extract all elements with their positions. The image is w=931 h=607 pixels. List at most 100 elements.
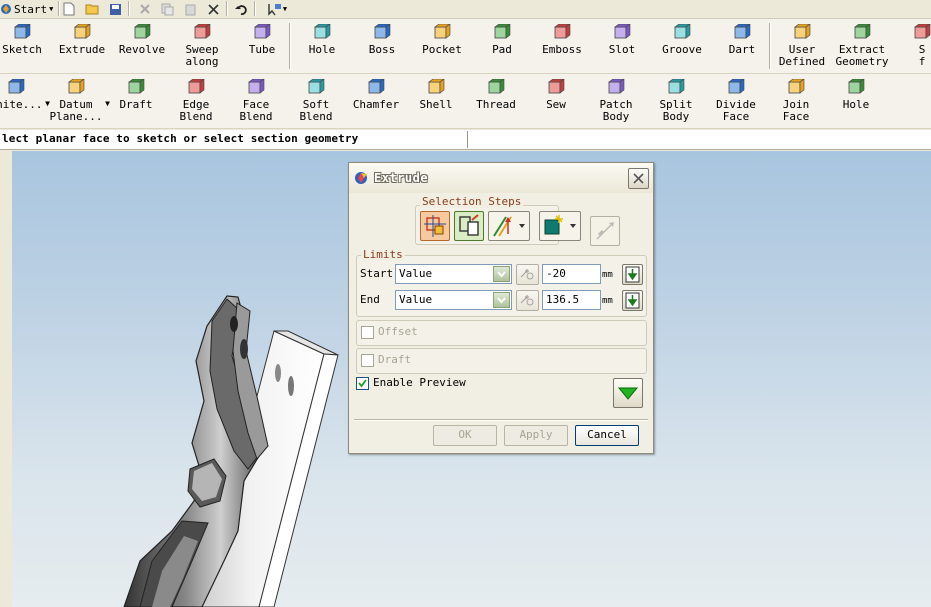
soft-blend-tool-button[interactable]: Soft Blend	[286, 77, 346, 127]
delete-icon[interactable]	[205, 1, 221, 17]
split-body-tool-button[interactable]: Split Body	[646, 77, 706, 127]
start-menu-button[interactable]: Start ▼	[0, 1, 56, 17]
end-type-select[interactable]: Value	[395, 290, 512, 310]
pocket-icon	[432, 23, 452, 41]
start-label: Start	[14, 2, 48, 16]
reverse-direction-button[interactable]	[590, 216, 620, 246]
sketch-tool-button[interactable]: Sketch	[0, 22, 52, 72]
open-folder-icon[interactable]	[84, 1, 100, 17]
quick-access-toolbar: Start ▼ ▼	[0, 0, 931, 19]
edge-blend-label: Edge Blend	[179, 98, 213, 123]
hole2-label: Hole	[842, 98, 870, 111]
expand-options-button[interactable]	[613, 378, 643, 408]
chamfer-tool-button[interactable]: Chamfer	[346, 77, 406, 127]
cut-icon[interactable]	[137, 1, 153, 17]
hole-label: Hole	[308, 43, 336, 56]
paste-icon[interactable]	[182, 1, 198, 17]
dialog-title-bar[interactable]: Extrude	[349, 163, 653, 193]
hole2-tool-button[interactable]: Hole	[826, 77, 886, 127]
enable-preview-checkbox[interactable]	[356, 377, 369, 390]
emboss-tool-button[interactable]: Emboss	[532, 22, 592, 72]
body-type-button[interactable]	[539, 211, 581, 241]
step-direction-button[interactable]	[454, 211, 484, 241]
prompt-divider	[467, 131, 468, 148]
datum-plane-tool-button[interactable]: Datum Plane... ▼	[46, 77, 110, 127]
unite-tool-button[interactable]: Unite...▼	[0, 77, 50, 127]
save-icon[interactable]	[107, 1, 123, 17]
sew-tool-button[interactable]: Sew	[526, 77, 586, 127]
pad-tool-button[interactable]: Pad	[472, 22, 532, 72]
groove-label: Groove	[662, 43, 702, 56]
draft-tool-button[interactable]: Draft	[106, 77, 166, 127]
divide-face-icon	[726, 78, 746, 96]
edge-blend-tool-button[interactable]: Edge Blend	[166, 77, 226, 127]
step-vector-button[interactable]	[488, 211, 530, 241]
tube-tool-button[interactable]: Tube	[232, 22, 292, 72]
apply-button[interactable]: Apply	[504, 425, 568, 446]
offset-checkbox[interactable]	[361, 326, 374, 339]
separator	[58, 1, 60, 16]
close-button[interactable]	[628, 168, 649, 189]
pad-label: Pad	[492, 43, 512, 56]
direction-select-icon	[459, 214, 479, 236]
end-options-button[interactable]	[622, 290, 643, 311]
extrude-dialog: Extrude Selection Steps Limits Start Val…	[348, 162, 654, 454]
extrude-tool-button[interactable]: Extrude	[52, 22, 112, 72]
join-face-tool-button[interactable]: Join Face	[766, 77, 826, 127]
pocket-label: Pocket	[422, 43, 462, 56]
user-defined-tool-button[interactable]: User Defined	[772, 22, 832, 72]
new-file-icon[interactable]	[61, 1, 77, 17]
split-body-label: Split Body	[659, 98, 693, 123]
start-type-select[interactable]: Value	[395, 264, 512, 284]
start-unit: mm	[602, 270, 613, 280]
draft-icon	[126, 78, 146, 96]
step-section-button[interactable]	[420, 211, 450, 241]
sweep-along-tool-button[interactable]: Sweep along	[172, 22, 232, 72]
face-blend-tool-button[interactable]: Face Blend	[226, 77, 286, 127]
start-value-input[interactable]: -20	[542, 264, 601, 284]
selection-steps-label: Selection Steps	[420, 195, 524, 208]
sew-icon	[546, 78, 566, 96]
hole-tool-button[interactable]: Hole	[292, 22, 352, 72]
chevron-down-icon	[493, 292, 510, 308]
undo-icon[interactable]	[233, 1, 249, 17]
offset-label: Offset	[378, 325, 418, 338]
tube-icon	[252, 23, 272, 41]
sew-label: Sew	[546, 98, 566, 111]
ok-button[interactable]: OK	[433, 425, 497, 446]
sweep-along-label: Sweep along	[185, 43, 219, 68]
soft-blend-icon	[306, 78, 326, 96]
start-logo-icon	[1, 4, 11, 14]
pointer-options-icon[interactable]: ▼	[262, 1, 292, 17]
extract-geometry-tool-button[interactable]: Extract Geometry	[832, 22, 892, 72]
dart-tool-button[interactable]: Dart	[712, 22, 772, 72]
end-formula-button[interactable]	[516, 290, 539, 311]
reverse-direction-icon	[596, 222, 614, 240]
copy-icon[interactable]	[159, 1, 175, 17]
slot-icon	[612, 23, 632, 41]
revolve-tool-button[interactable]: Revolve	[112, 22, 172, 72]
thread-icon	[486, 78, 506, 96]
shell-label: Shell	[419, 98, 453, 111]
start-formula-button[interactable]	[516, 264, 539, 285]
pocket-tool-button[interactable]: Pocket	[412, 22, 472, 72]
shell-tool-button[interactable]: Shell	[406, 77, 466, 127]
divide-face-tool-button[interactable]: Divide Face	[706, 77, 766, 127]
slot-tool-button[interactable]: Slot	[592, 22, 652, 72]
groove-tool-button[interactable]: Groove	[652, 22, 712, 72]
start-options-button[interactable]	[622, 264, 643, 285]
arrow-down-icon	[625, 292, 640, 309]
boss-tool-button[interactable]: Boss	[352, 22, 412, 72]
draft-checkbox[interactable]	[361, 354, 374, 367]
separator	[254, 1, 256, 16]
sweep-along-icon	[192, 23, 212, 41]
join-face-label: Join Face	[782, 98, 810, 123]
tube-label: Tube	[248, 43, 276, 56]
patch-body-tool-button[interactable]: Patch Body	[586, 77, 646, 127]
truncated-tool-button[interactable]: S f	[892, 22, 931, 72]
end-value-input[interactable]: 136.5	[542, 290, 601, 310]
prompt-bar: lect planar face to sketch or select sec…	[0, 130, 931, 150]
end-label: End	[360, 293, 380, 306]
cancel-button[interactable]: Cancel	[575, 425, 639, 446]
thread-tool-button[interactable]: Thread	[466, 77, 526, 127]
